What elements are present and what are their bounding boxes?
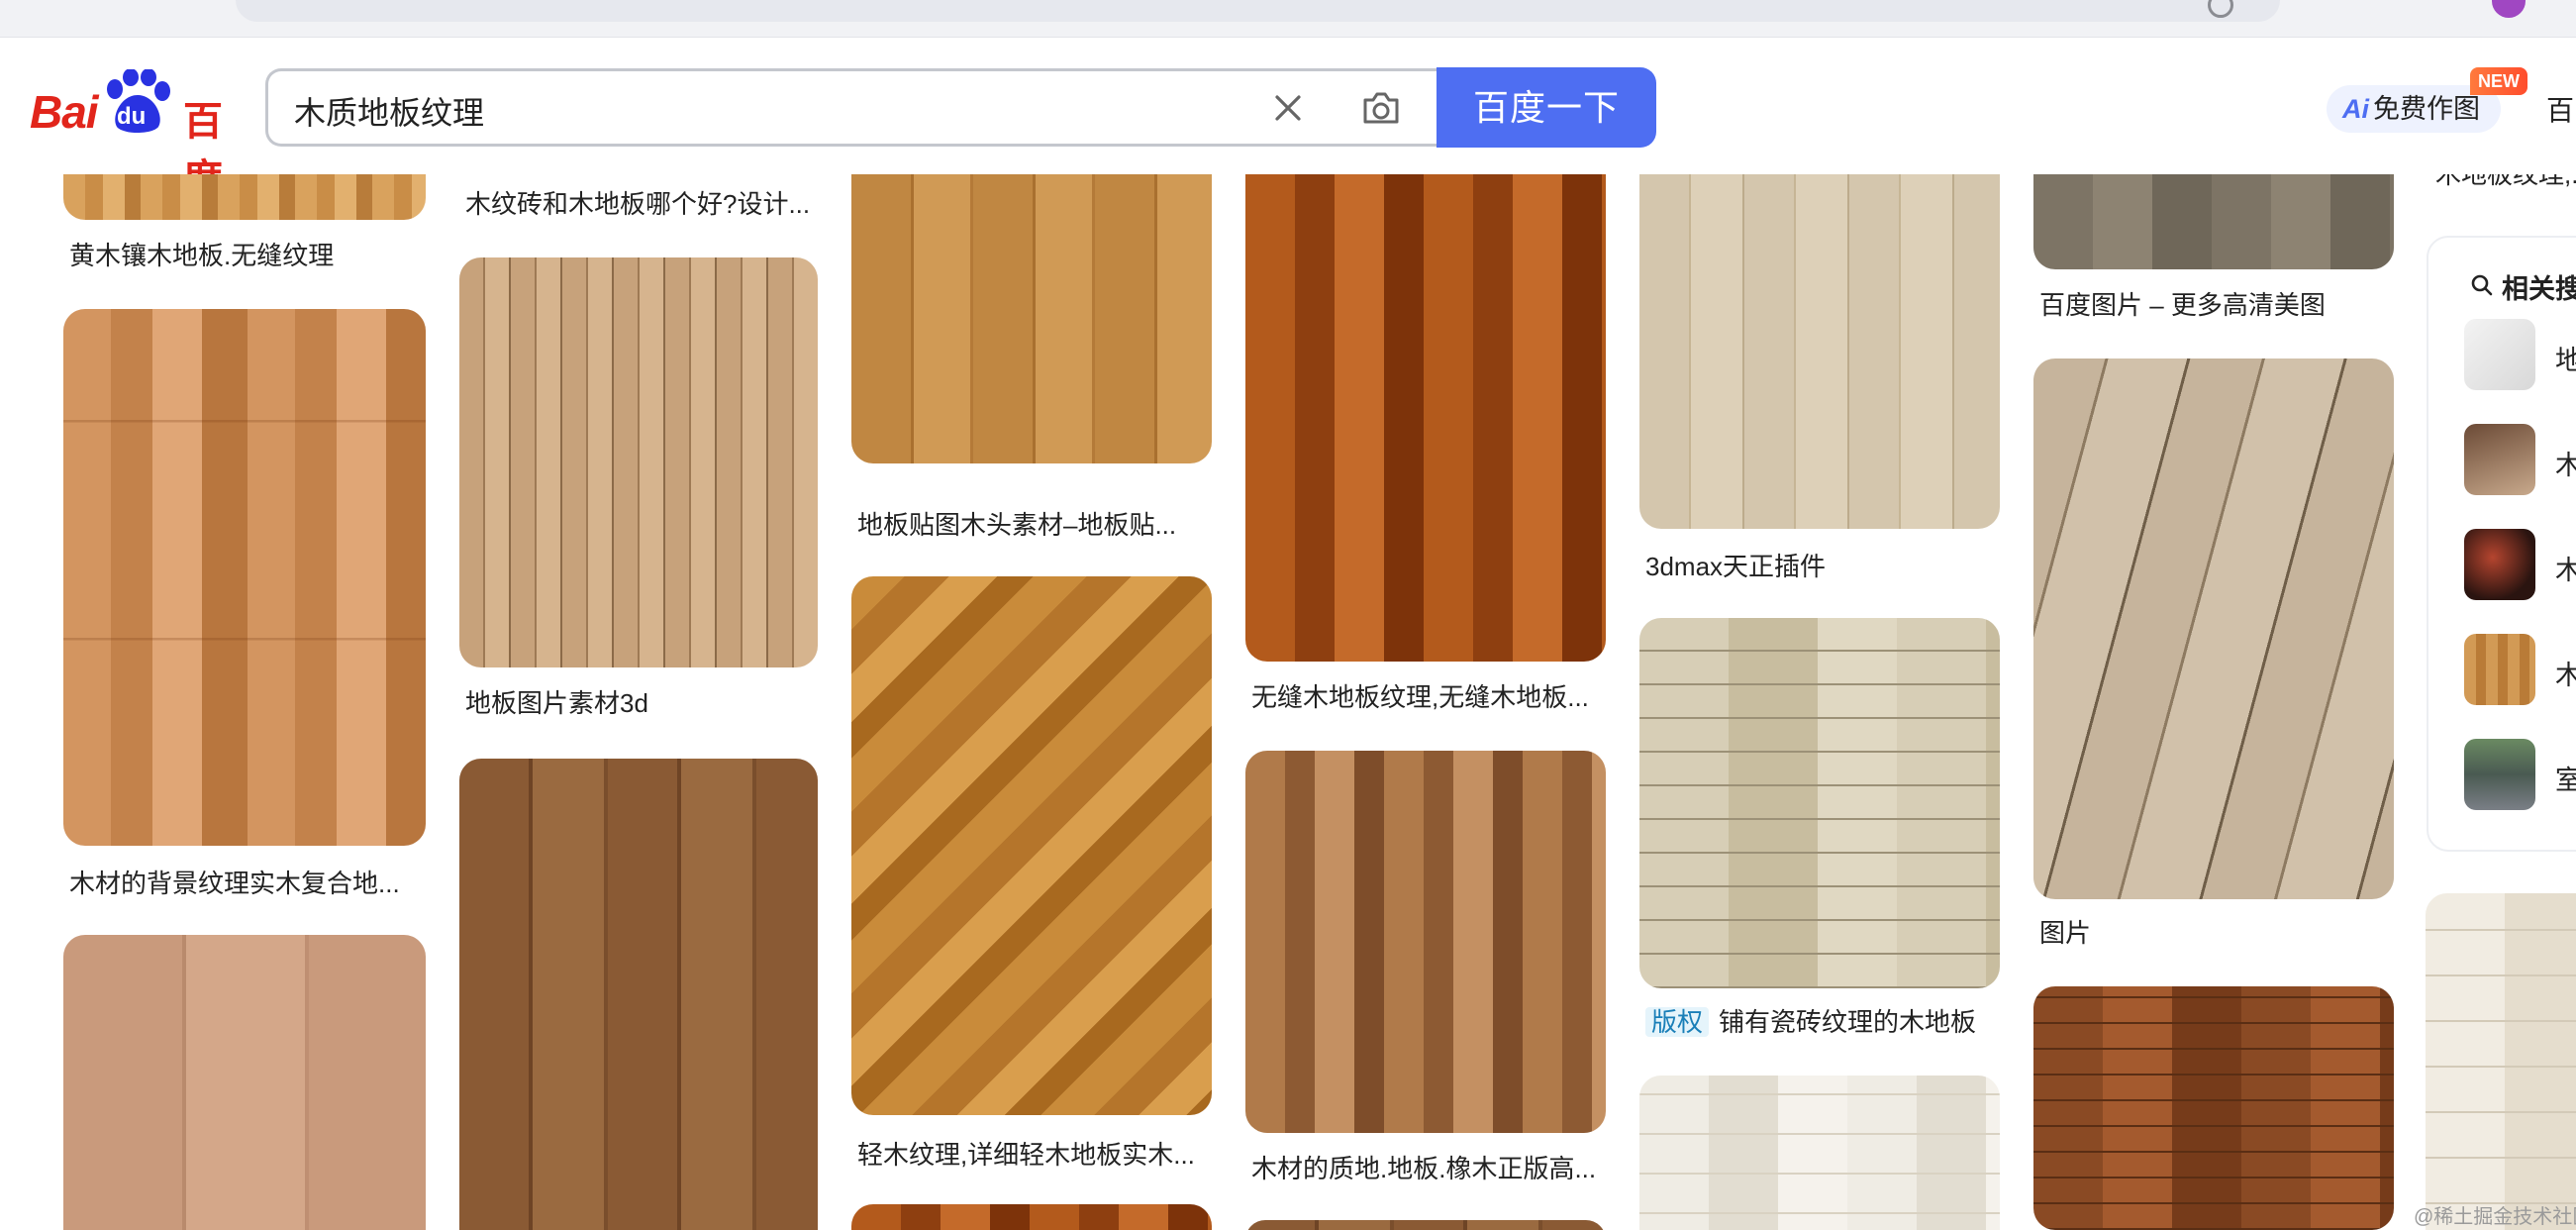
related-search-item[interactable]: 木 [2464, 634, 2576, 707]
logo-du-text: du [117, 103, 147, 130]
image-caption[interactable]: 木纹砖和木地板哪个好?设计... [465, 184, 822, 221]
image-caption[interactable]: 木地板纹理,... [2435, 174, 2576, 191]
watermark-text: @稀土掘金技术社区 [2414, 1206, 2576, 1228]
image-caption[interactable]: 图片 [2039, 913, 2396, 950]
image-thumbnail[interactable] [63, 935, 426, 1230]
baidu-logo[interactable]: Bai du 百度 [30, 69, 238, 201]
related-search-label: 室 [2555, 759, 2576, 797]
image-caption[interactable]: 地板图片素材3d [465, 683, 822, 720]
image-thumbnail[interactable] [851, 174, 1212, 463]
search-icon [2471, 274, 2493, 296]
related-search-item[interactable]: 木 [2464, 424, 2576, 497]
image-thumbnail[interactable] [1639, 1076, 2000, 1230]
image-thumbnail[interactable] [1245, 751, 1606, 1133]
image-results-grid: 黄木镶木地板.无缝纹理 木材的背景纹理实木复合地... 木纹砖和木地板哪个好?设… [0, 174, 2576, 1230]
image-caption[interactable]: 3dmax天正插件 [1645, 547, 2002, 583]
image-caption[interactable]: 无缝木地板纹理,无缝木地板... [1251, 677, 1608, 714]
address-bar[interactable] [236, 0, 2280, 22]
image-thumbnail[interactable] [2033, 986, 2394, 1230]
image-thumbnail[interactable] [1245, 1220, 1606, 1230]
image-thumbnail[interactable] [1639, 174, 2000, 529]
image-caption-text: 铺有瓷砖纹理的木地板 [1719, 1007, 1977, 1037]
baidu-header: Bai du 百度 木质地板纹理 百度一下 Ai免费作图 NEW 百 [0, 38, 2576, 201]
related-search-label: 地 [2555, 339, 2576, 377]
related-search-label: 木 [2555, 654, 2576, 692]
image-thumbnail[interactable] [63, 174, 426, 220]
image-caption[interactable]: 轻木纹理,详细轻木地板实木... [857, 1135, 1214, 1172]
image-caption[interactable]: 版权 铺有瓷砖纹理的木地板 [1645, 1002, 2022, 1039]
related-searches-title: 相关搜 [2502, 274, 2576, 304]
related-searches-panel: 相关搜 地 木 木 木 室 [2427, 236, 2576, 852]
image-thumbnail[interactable] [1245, 174, 1606, 662]
browser-toolbar [0, 0, 2576, 38]
image-caption[interactable]: 木材的质地.地板.橡木正版高... [1251, 1149, 1608, 1185]
related-search-label: 木 [2555, 444, 2576, 482]
search-button[interactable]: 百度一下 [1437, 67, 1656, 148]
clear-icon[interactable] [1268, 88, 1308, 128]
related-search-item[interactable]: 地 [2464, 319, 2576, 392]
search-input[interactable]: 木质地板纹理 [294, 88, 484, 134]
related-thumb [2464, 424, 2535, 495]
related-thumb [2464, 634, 2535, 705]
related-thumb [2464, 319, 2535, 390]
image-thumbnail[interactable] [63, 309, 426, 846]
related-search-item[interactable]: 木 [2464, 529, 2576, 602]
camera-icon[interactable] [1359, 86, 1403, 130]
ai-icon: Ai [2342, 94, 2369, 124]
logo-latin-text: Bai [30, 86, 99, 138]
search-box[interactable]: 木质地板纹理 [265, 68, 1437, 147]
related-search-label: 木 [2555, 549, 2576, 587]
image-thumbnail[interactable] [1639, 618, 2000, 988]
related-thumb [2464, 529, 2535, 600]
image-thumbnail[interactable] [851, 1204, 1212, 1230]
related-search-item[interactable]: 室 [2464, 739, 2576, 812]
image-thumbnail[interactable] [459, 759, 818, 1230]
image-caption[interactable]: 百度图片 – 更多高清美图 [2039, 285, 2396, 322]
image-thumbnail[interactable] [851, 576, 1212, 1115]
new-badge: NEW [2470, 67, 2527, 95]
image-thumbnail[interactable] [459, 257, 818, 667]
ai-button-label: 免费作图 [2373, 94, 2480, 124]
copyright-badge: 版权 [1645, 1007, 1710, 1037]
image-caption[interactable]: 地板贴图木头素材–地板贴... [857, 505, 1214, 542]
image-thumbnail[interactable] [2033, 174, 2394, 269]
image-thumbnail[interactable] [2426, 893, 2576, 1230]
header-link-truncated[interactable]: 百 [2546, 89, 2574, 129]
related-thumb [2464, 739, 2535, 810]
profile-avatar[interactable] [2492, 0, 2526, 18]
image-caption[interactable]: 木材的背景纹理实木复合地... [69, 864, 426, 900]
image-thumbnail[interactable] [2033, 359, 2394, 899]
image-caption[interactable]: 黄木镶木地板.无缝纹理 [69, 236, 426, 272]
